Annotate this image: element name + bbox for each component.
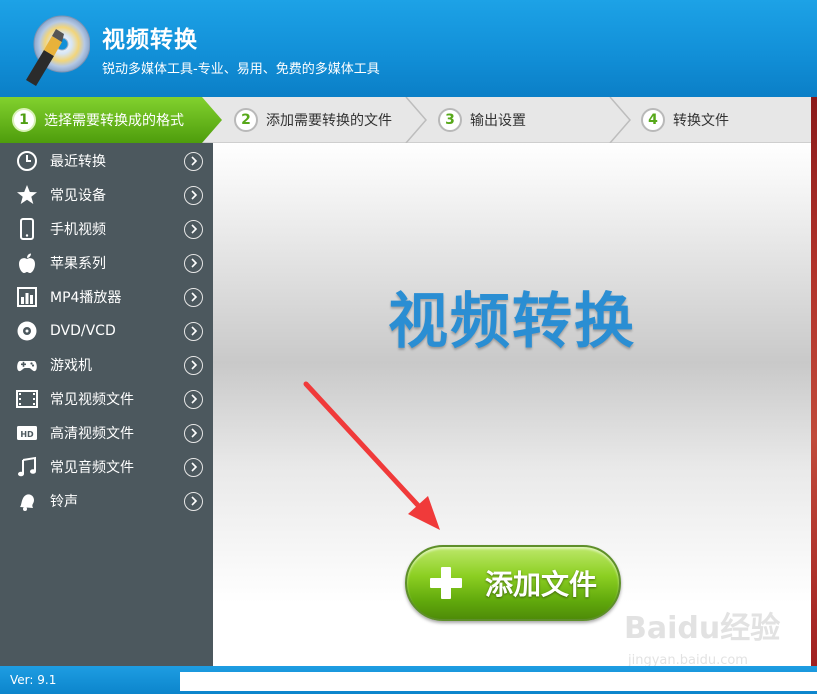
watermark-text: Baidu经验: [624, 611, 780, 646]
step-4-convert[interactable]: 4 转换文件: [641, 97, 729, 143]
hd-icon: HD: [16, 422, 38, 444]
step-label: 添加需要转换的文件: [266, 113, 392, 129]
sidebar-item-label: 铃声: [50, 494, 78, 510]
chevron-right-icon: [184, 253, 203, 273]
sidebar-item-dvd-vcd[interactable]: DVD/VCD: [0, 314, 213, 348]
step-3-output-settings[interactable]: 3 输出设置: [438, 97, 526, 143]
music-note-icon: [16, 456, 38, 478]
sidebar-item-label: 常见设备: [50, 188, 106, 204]
chevron-right-icon: [184, 219, 203, 239]
step-number: 2: [234, 108, 258, 132]
sidebar-item-phone-video[interactable]: 手机视频: [0, 212, 213, 246]
sidebar-item-label: 苹果系列: [50, 256, 106, 272]
main-panel: 视频转换 添加文件: [213, 143, 811, 666]
baidu-watermark: Baidu经验 jingyan.baidu.com: [624, 611, 780, 668]
chevron-right-icon: [184, 151, 203, 171]
mp4-player-icon: [16, 286, 38, 308]
plus-icon: [429, 567, 462, 599]
gamepad-icon: [16, 354, 38, 376]
app-title: 视频转换: [102, 27, 198, 53]
red-arrow-icon: [303, 381, 440, 530]
chevron-right-icon: [184, 287, 203, 307]
sidebar-item-label: 常见音频文件: [50, 460, 134, 476]
chevron-right-icon: [184, 355, 203, 375]
sidebar-item-audio[interactable]: 常见音频文件: [0, 450, 213, 484]
clock-icon: [16, 150, 38, 172]
sidebar-item-hd-video[interactable]: HD 高清视频文件: [0, 416, 213, 450]
chevron-right-icon: [184, 423, 203, 443]
sidebar-item-ringtone[interactable]: 铃声: [0, 484, 213, 518]
step-label: 选择需要转换成的格式: [44, 113, 184, 129]
disc-pen-icon: [26, 15, 90, 86]
step-number: 1: [12, 108, 36, 132]
sidebar-item-apple[interactable]: 苹果系列: [0, 246, 213, 280]
chevron-right-icon: [184, 321, 203, 341]
chevron-right-icon: [184, 491, 203, 511]
step-2-add-files[interactable]: 2 添加需要转换的文件: [234, 97, 392, 143]
app-header: 视频转换 锐动多媒体工具-专业、易用、免费的多媒体工具: [0, 0, 817, 97]
step-label: 转换文件: [673, 113, 729, 129]
sidebar-item-common-video[interactable]: 常见视频文件: [0, 382, 213, 416]
step-number: 3: [438, 108, 462, 132]
app-subtitle: 锐动多媒体工具-专业、易用、免费的多媒体工具: [102, 62, 380, 77]
sidebar-item-label: DVD/VCD: [50, 323, 116, 339]
svg-text:HD: HD: [20, 430, 34, 439]
step-number: 4: [641, 108, 665, 132]
chevron-right-icon: [184, 457, 203, 477]
sidebar-item-recent[interactable]: 最近转换: [0, 144, 213, 178]
sidebar-item-label: 最近转换: [50, 154, 106, 170]
step-1-choose-format[interactable]: 1 选择需要转换成的格式: [12, 97, 184, 143]
apple-icon: [16, 252, 38, 274]
step-bar: 1 选择需要转换成的格式 2 添加需要转换的文件 3 输出设置 4 转换文件: [0, 97, 817, 143]
status-bar: Ver: 9.1: [0, 666, 817, 694]
chevron-right-icon: [184, 389, 203, 409]
window-edge: [811, 97, 817, 666]
bell-icon: [16, 490, 38, 512]
version-label: Ver: 9.1: [10, 673, 57, 687]
step-label: 输出设置: [470, 113, 526, 129]
disc-icon: [16, 320, 38, 342]
format-sidebar: 最近转换 常见设备 手机视频 苹果系列 MP4播放器 DVD/VCD 游戏机 常…: [0, 143, 213, 666]
sidebar-item-label: MP4播放器: [50, 290, 122, 306]
progress-bar: [180, 672, 817, 691]
phone-icon: [16, 218, 38, 240]
sidebar-item-label: 游戏机: [50, 358, 92, 374]
sidebar-item-mp4-player[interactable]: MP4播放器: [0, 280, 213, 314]
chevron-right-icon: [184, 185, 203, 205]
film-icon: [16, 388, 38, 410]
sidebar-item-game-console[interactable]: 游戏机: [0, 348, 213, 382]
main-title: 视频转换: [388, 287, 636, 357]
sidebar-item-label: 高清视频文件: [50, 426, 134, 442]
sidebar-item-label: 常见视频文件: [50, 392, 134, 408]
star-icon: [16, 184, 38, 206]
sidebar-item-label: 手机视频: [50, 222, 106, 238]
sidebar-item-devices[interactable]: 常见设备: [0, 178, 213, 212]
add-file-label: 添加文件: [484, 568, 597, 601]
add-file-button[interactable]: 添加文件: [405, 545, 621, 621]
